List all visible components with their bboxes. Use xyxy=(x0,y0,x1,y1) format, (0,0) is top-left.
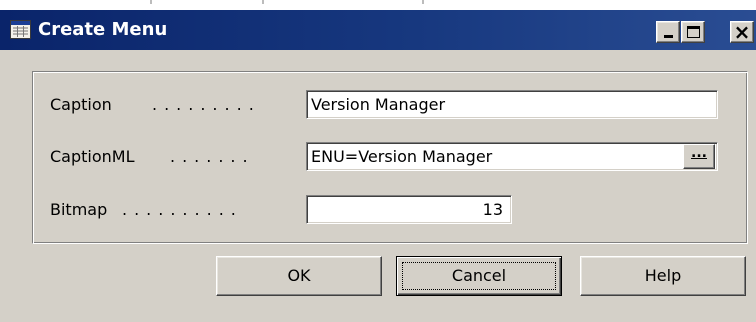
ok-button-label: OK xyxy=(287,266,311,285)
bitmap-leader-dots: .......... xyxy=(122,200,243,219)
bitmap-field[interactable]: 13 xyxy=(306,195,512,224)
create-menu-dialog: Create Menu × Caption ......... Version … xyxy=(0,0,756,322)
close-button[interactable]: × xyxy=(730,21,754,43)
captionml-field[interactable]: ENU=Version Manager xyxy=(306,142,718,171)
background-mark xyxy=(422,0,424,4)
bitmap-label: Bitmap xyxy=(50,200,108,219)
maximize-icon xyxy=(687,26,700,38)
menu-form-icon xyxy=(10,20,31,39)
cancel-button[interactable]: Cancel xyxy=(396,256,562,296)
window-title: Create Menu xyxy=(38,19,168,40)
background-mark xyxy=(150,0,152,4)
maximize-button[interactable] xyxy=(681,21,705,43)
title-bar[interactable]: Create Menu × xyxy=(0,10,756,50)
cancel-button-label: Cancel xyxy=(451,266,507,285)
minimize-button[interactable] xyxy=(656,21,680,43)
background-strip xyxy=(0,0,756,10)
minimize-icon xyxy=(664,35,673,38)
help-button[interactable]: Help xyxy=(580,256,746,296)
caption-field[interactable]: Version Manager xyxy=(306,90,718,119)
caption-label: Caption xyxy=(50,95,112,114)
captionml-assist-button[interactable]: ... xyxy=(683,144,715,169)
caption-leader-dots: ......... xyxy=(152,95,261,114)
captionml-leader-dots: ....... xyxy=(170,147,255,166)
captionml-label: CaptionML xyxy=(50,147,135,166)
help-button-label: Help xyxy=(644,266,682,285)
ok-button[interactable]: OK xyxy=(216,256,382,296)
close-icon: × xyxy=(733,20,751,44)
background-mark xyxy=(262,0,264,4)
